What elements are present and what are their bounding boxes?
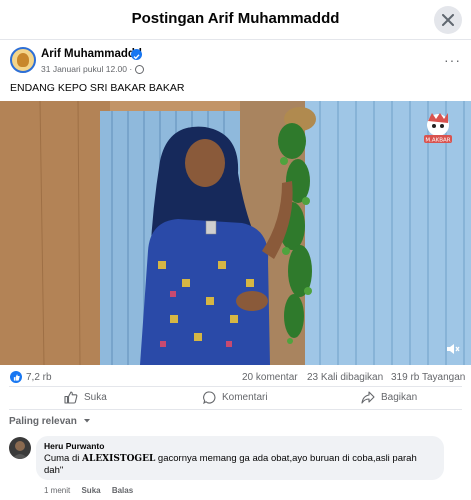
like-reaction-icon (10, 371, 22, 383)
globe-icon (135, 65, 144, 74)
post-header: Arif Muhammaddd 31 Januari pukul 12.00 ·… (0, 42, 471, 82)
post-video[interactable] (0, 101, 471, 365)
close-button[interactable] (434, 6, 462, 34)
commenter-name[interactable]: Heru Purwanto (44, 441, 436, 451)
comment-button[interactable]: Komentari (203, 391, 268, 404)
comment-meta: 1 menit Suka Balas (44, 486, 142, 495)
comment-icon (203, 391, 216, 404)
share-button[interactable]: Bagikan (361, 391, 417, 404)
channel-logo-sticker: M.AKBAR (424, 113, 452, 144)
post-action-bar: Suka Komentari Bagikan (9, 386, 462, 410)
volume-icon[interactable] (446, 343, 460, 355)
author-avatar[interactable] (10, 47, 36, 73)
dialog-title: Postingan Arif Muhammaddd (131, 10, 340, 27)
comment-button-label: Komentari (222, 392, 268, 403)
comment-sort-dropdown[interactable]: Paling relevan (9, 416, 91, 427)
like-button-label: Suka (84, 392, 107, 403)
thumbs-up-icon (64, 391, 78, 404)
like-count[interactable]: 7,2 rb (26, 372, 52, 383)
chevron-down-icon (83, 419, 90, 423)
close-icon (442, 14, 454, 26)
video-frame (0, 101, 471, 365)
comment-text: Cuma di ALEXISTOGEL gacornya memang ga a… (44, 453, 417, 476)
verified-badge-icon (131, 49, 142, 60)
svg-text:M.AKBAR: M.AKBAR (425, 138, 450, 144)
share-count[interactable]: 23 Kali dibagikan (307, 372, 383, 383)
dialog-header: Postingan Arif Muhammaddd (0, 0, 471, 40)
comment-bubble: Heru Purwanto Cuma di ALEXISTOGEL gacorn… (36, 436, 444, 480)
share-button-label: Bagikan (381, 392, 418, 403)
view-count: 319 rb Tayangan (391, 372, 466, 383)
comment-time[interactable]: 1 menit (44, 486, 70, 495)
comment-count[interactable]: 20 komentar (242, 372, 298, 383)
commenter-avatar[interactable] (9, 437, 31, 459)
post-timestamp[interactable]: 31 Januari pukul 12.00 · (41, 64, 132, 74)
comment-like-link[interactable]: Suka (81, 486, 100, 495)
author-name[interactable]: Arif Muhammaddd (41, 48, 142, 60)
engagement-stats: 7,2 rb 20 komentar 23 Kali dibagikan 319… (0, 368, 471, 388)
more-options-button[interactable]: ··· (444, 52, 461, 68)
comment-reply-link[interactable]: Balas (112, 486, 133, 495)
like-button[interactable]: Suka (64, 391, 107, 404)
share-icon (361, 391, 375, 404)
post-caption: ENDANG KEPO SRI BAKAR BAKAR (10, 82, 185, 94)
post-dialog: Postingan Arif Muhammaddd Arif Muhammadd… (0, 0, 471, 500)
